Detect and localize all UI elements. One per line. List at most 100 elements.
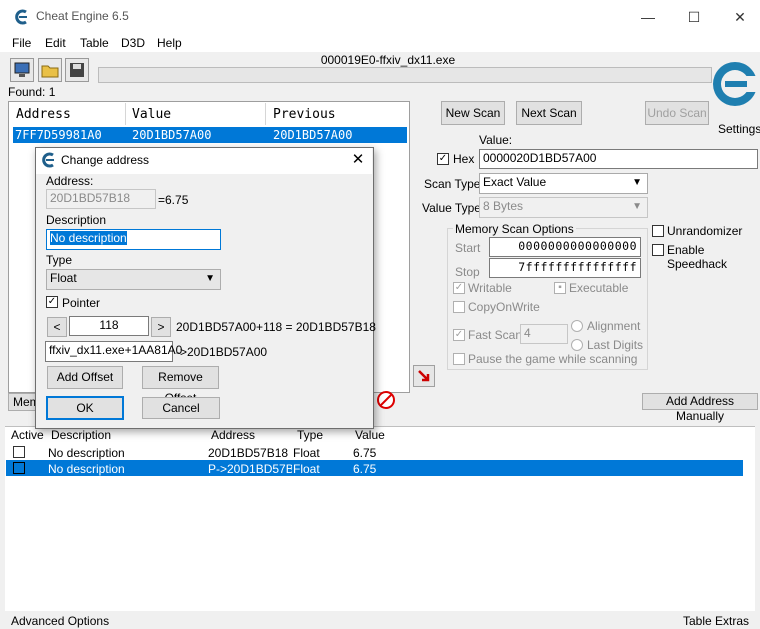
scan-value-input[interactable]: 0000020D1BD57A00	[479, 149, 758, 169]
table-extras-link[interactable]: Table Extras	[683, 614, 749, 628]
alignment-radio[interactable]	[571, 320, 583, 332]
row-address: P->20D1BD57B1	[208, 462, 292, 476]
offset-next-button[interactable]: >	[151, 317, 171, 337]
settings-link[interactable]: Settings	[718, 122, 760, 136]
minimize-button[interactable]: —	[630, 4, 666, 30]
stop-icon[interactable]	[376, 390, 396, 410]
result-address: 7FF7D59981A0	[15, 128, 102, 142]
start-label: Start	[455, 241, 481, 255]
stop-address-input[interactable]: 7fffffffffffffff	[489, 258, 641, 278]
pointer-label: Pointer	[62, 296, 101, 310]
dialog-close-button[interactable]: ✕	[348, 150, 368, 170]
offset-prev-button[interactable]: <	[47, 317, 67, 337]
advanced-options-link[interactable]: Advanced Options	[11, 614, 109, 628]
row-value: 6.75	[353, 446, 377, 460]
menu-bar	[0, 32, 760, 52]
status-bar	[0, 612, 760, 629]
speedhack-checkbox[interactable]	[652, 244, 664, 256]
table-header-description[interactable]: Description	[51, 428, 111, 442]
row-type: Float	[293, 462, 320, 476]
pause-game-checkbox[interactable]	[453, 353, 465, 365]
table-header-active[interactable]: Active	[11, 428, 44, 442]
row-description: No description	[48, 462, 125, 476]
type-select[interactable]: Float ▼	[46, 269, 221, 290]
table-header-value[interactable]: Value	[355, 428, 385, 442]
red-arrow-icon	[418, 370, 430, 382]
copy-on-write-checkbox[interactable]	[453, 301, 465, 313]
table-row[interactable]: No description 20D1BD57B18 Float 6.75	[6, 444, 746, 460]
description-label: Description	[46, 213, 107, 227]
value-type-select[interactable]: 8 Bytes ▼	[479, 197, 648, 218]
menu-d3d[interactable]: D3D	[121, 36, 145, 50]
description-input[interactable]: No description	[46, 229, 221, 250]
cheat-engine-icon	[42, 152, 54, 168]
process-name: 000019E0-ffxiv_dx11.exe	[320, 53, 456, 67]
active-checkbox[interactable]	[13, 446, 25, 458]
menu-help[interactable]: Help	[157, 36, 182, 50]
cheat-engine-icon	[15, 9, 27, 25]
address-value-readout: =6.75	[158, 193, 189, 207]
table-header-address[interactable]: Address	[211, 428, 255, 442]
results-header-address[interactable]: Address	[16, 107, 71, 122]
pointer-base-input[interactable]: ffxiv_dx11.exe+1AA81A0	[45, 341, 182, 362]
memory-scan-options-title: Memory Scan Options	[453, 222, 576, 236]
value-type-label: Value Type	[422, 201, 481, 215]
fast-scan-input[interactable]: 4	[520, 324, 568, 344]
address-field[interactable]: 20D1BD57B18	[46, 189, 156, 209]
scan-progress-bar	[98, 67, 712, 83]
pointer-base-result: ->20D1BD57A00	[176, 345, 268, 359]
offset-input[interactable]: 118	[69, 316, 149, 336]
last-digits-radio[interactable]	[571, 339, 583, 351]
scan-type-value: Exact Value	[483, 175, 547, 189]
active-checkbox[interactable]	[13, 462, 25, 474]
results-header-previous[interactable]: Previous	[273, 107, 336, 122]
undo-scan-button[interactable]: Undo Scan	[645, 101, 709, 125]
value-label: Value:	[479, 133, 513, 147]
chevron-down-icon: ▼	[632, 201, 642, 212]
pause-game-label: Pause the game while scanning	[468, 352, 638, 366]
description-value: No description	[50, 231, 127, 245]
maximize-button[interactable]: ☐	[676, 4, 712, 30]
table-row[interactable]: No description P->20D1BD57B1 Float 6.75	[6, 460, 743, 476]
writable-label: Writable	[468, 281, 512, 295]
remove-offset-button[interactable]: Remove Offset	[142, 366, 219, 405]
executable-checkbox[interactable]: ▪	[554, 282, 566, 294]
speedhack-label: Enable Speedhack	[667, 243, 728, 271]
alignment-label: Alignment	[587, 319, 641, 333]
menu-file[interactable]: File	[12, 36, 31, 50]
chevron-down-icon: ▼	[632, 177, 642, 188]
pointer-checkbox[interactable]: ✓	[46, 296, 58, 308]
chevron-down-icon: ▼	[205, 273, 215, 284]
last-digits-label: Last Digits	[587, 338, 644, 352]
table-header-type[interactable]: Type	[297, 428, 323, 442]
row-value: 6.75	[353, 462, 377, 476]
add-to-list-button[interactable]	[413, 365, 435, 387]
type-label: Type	[46, 253, 73, 267]
hex-checkbox[interactable]: ✓	[437, 153, 449, 165]
menu-table[interactable]: Table	[80, 36, 109, 50]
add-address-manually-button[interactable]: Add Address Manually	[642, 393, 758, 423]
hex-label: Hex	[453, 152, 475, 166]
writable-checkbox[interactable]: ✓	[453, 282, 465, 294]
type-value: Float	[50, 271, 77, 285]
offset-calculation: 20D1BD57A00+118 = 20D1BD57B18	[176, 320, 376, 334]
row-description: No description	[48, 446, 125, 460]
dialog-title: Change address	[61, 153, 150, 167]
add-offset-button[interactable]: Add Offset	[47, 366, 123, 389]
cheat-engine-logo-icon[interactable]	[711, 54, 759, 120]
menu-edit[interactable]: Edit	[45, 36, 66, 50]
cancel-button[interactable]: Cancel	[142, 397, 220, 419]
ok-button[interactable]: OK	[46, 396, 124, 420]
close-button[interactable]: ✕	[722, 4, 758, 30]
next-scan-button[interactable]: Next Scan	[516, 101, 582, 125]
new-scan-button[interactable]: New Scan	[441, 101, 505, 125]
unrandomizer-label: Unrandomizer	[667, 224, 743, 238]
scan-type-select[interactable]: Exact Value ▼	[479, 173, 648, 194]
fast-scan-label: Fast Scan	[468, 328, 523, 342]
fast-scan-checkbox[interactable]: ✓	[453, 329, 465, 341]
results-header-value[interactable]: Value	[132, 107, 171, 122]
start-address-input[interactable]: 0000000000000000	[489, 237, 641, 257]
unrandomizer-checkbox[interactable]	[652, 225, 664, 237]
copy-on-write-label: CopyOnWrite	[468, 300, 540, 314]
stop-label: Stop	[455, 265, 480, 279]
